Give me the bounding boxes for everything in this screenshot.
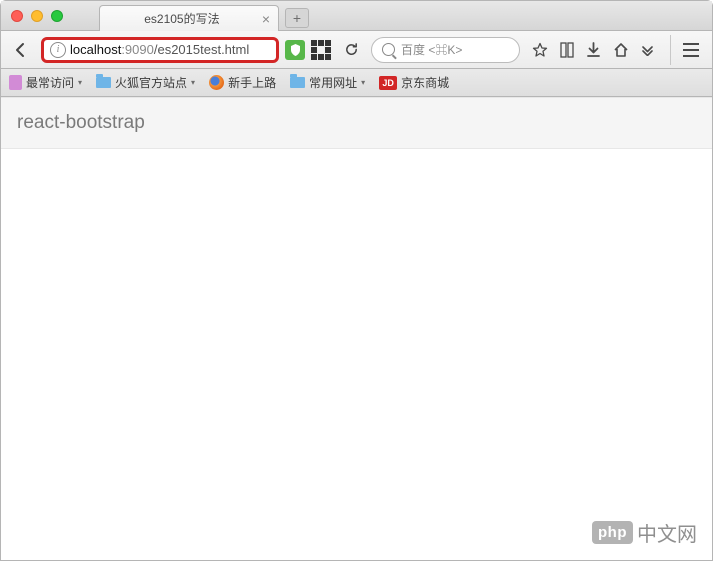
new-tab-button[interactable]: + — [285, 8, 309, 28]
bookmarks-bar: 最常访问 ▾ 火狐官方站点 ▾ 新手上路 常用网址 ▾ JD 京东商城 — [1, 69, 712, 97]
home-icon[interactable] — [613, 42, 629, 58]
minimize-window-button[interactable] — [31, 10, 43, 22]
bookmark-getting-started[interactable]: 新手上路 — [209, 74, 276, 91]
tab-strip: es2105的写法 × + — [99, 5, 309, 31]
bookmark-most-visited[interactable]: 最常访问 ▾ — [9, 74, 82, 91]
watermark-badge: php — [592, 521, 633, 544]
page-viewport: react-bootstrap — [1, 97, 712, 560]
browser-tab[interactable]: es2105的写法 × — [99, 5, 279, 31]
close-tab-icon[interactable]: × — [262, 11, 270, 27]
url-port: :9090 — [121, 42, 154, 57]
address-bar[interactable]: i localhost:9090/es2015test.html — [41, 37, 279, 63]
url-text: localhost:9090/es2015test.html — [70, 42, 249, 57]
bookmark-label: 最常访问 — [26, 74, 74, 91]
toolbar: i localhost:9090/es2015test.html 百度 <⌘K> — [1, 31, 712, 69]
tab-title: es2105的写法 — [108, 10, 256, 27]
bookmark-common-urls[interactable]: 常用网址 ▾ — [290, 74, 365, 91]
maximize-window-button[interactable] — [51, 10, 63, 22]
search-placeholder: 百度 <⌘K> — [401, 41, 462, 58]
bookmark-label: 京东商城 — [401, 74, 449, 91]
overflow-icon[interactable] — [641, 43, 654, 56]
bookmark-label: 新手上路 — [228, 74, 276, 91]
qr-code-icon[interactable] — [311, 40, 331, 60]
jd-icon: JD — [379, 76, 397, 90]
page-icon — [9, 75, 22, 90]
bookmark-jd[interactable]: JD 京东商城 — [379, 74, 449, 91]
bookmark-label: 常用网址 — [309, 74, 357, 91]
watermark: php 中文网 — [592, 518, 697, 547]
back-button[interactable] — [7, 36, 35, 64]
reload-button[interactable] — [337, 36, 365, 64]
url-path: /es2015test.html — [154, 42, 249, 57]
close-window-button[interactable] — [11, 10, 23, 22]
search-box[interactable]: 百度 <⌘K> — [371, 37, 520, 63]
firefox-icon — [209, 75, 224, 90]
folder-icon — [96, 77, 111, 88]
chevron-down-icon: ▾ — [361, 78, 365, 87]
menu-button[interactable] — [670, 35, 700, 65]
reader-view-icon[interactable] — [560, 42, 574, 58]
chevron-down-icon: ▾ — [78, 78, 82, 87]
downloads-icon[interactable] — [586, 42, 601, 58]
chevron-down-icon: ▾ — [191, 78, 195, 87]
window-controls — [1, 10, 73, 22]
url-host: localhost — [70, 42, 121, 57]
page-heading: react-bootstrap — [1, 97, 712, 149]
bookmark-label: 火狐官方站点 — [115, 74, 187, 91]
search-icon — [382, 43, 395, 56]
folder-icon — [290, 77, 305, 88]
watermark-text: 中文网 — [637, 518, 697, 547]
titlebar: es2105的写法 × + — [1, 1, 712, 31]
bookmark-star-icon[interactable] — [532, 42, 548, 58]
site-info-icon[interactable]: i — [50, 42, 66, 58]
toolbar-right-icons — [526, 35, 706, 65]
security-shield-icon[interactable] — [285, 40, 305, 60]
browser-window: es2105的写法 × + i localhost:9090/es2015tes… — [0, 0, 713, 561]
bookmark-firefox-official[interactable]: 火狐官方站点 ▾ — [96, 74, 195, 91]
